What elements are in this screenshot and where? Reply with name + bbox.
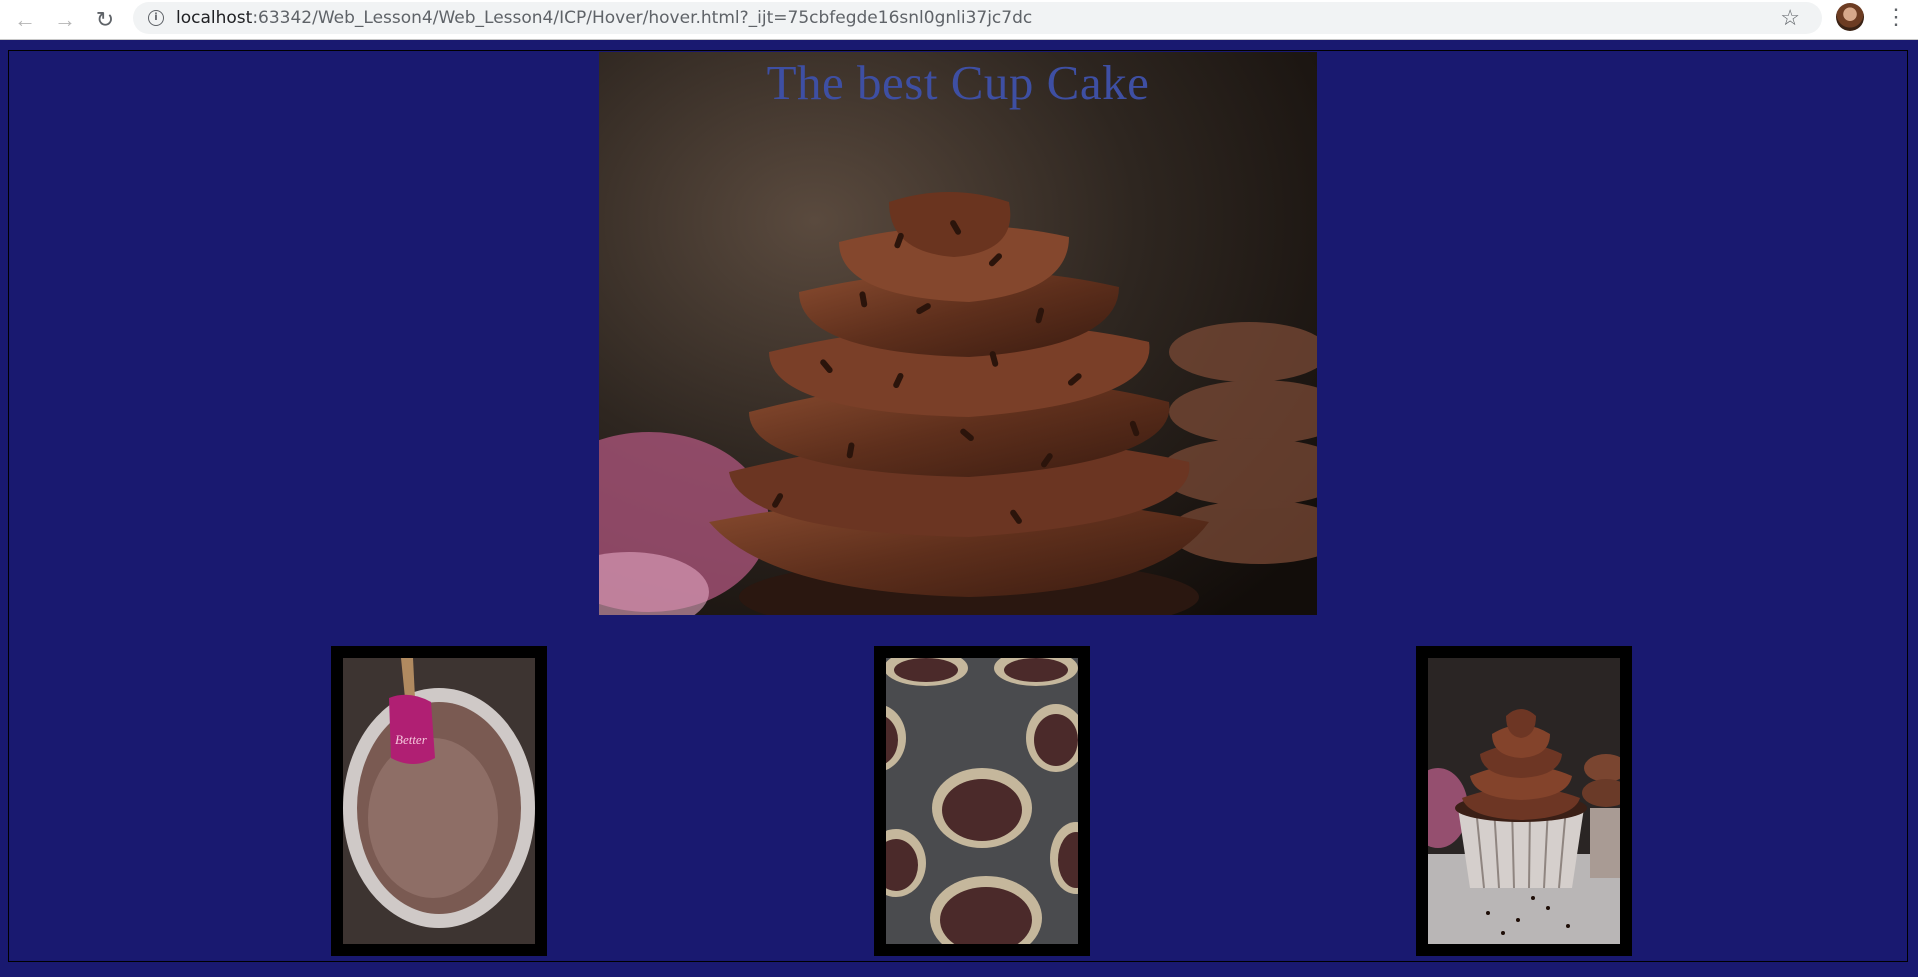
browser-toolbar: ← → ↻ i localhost:63342/Web_Lesson4/Web_… — [0, 0, 1918, 40]
address-bar[interactable]: i localhost:63342/Web_Lesson4/Web_Lesson… — [133, 2, 1822, 34]
back-arrow-icon[interactable]: ← — [10, 5, 40, 35]
hero-cupcake-picture — [599, 52, 1317, 615]
url-text[interactable]: localhost:63342/Web_Lesson4/Web_Lesson4/… — [176, 8, 1032, 28]
page-title: The best Cup Cake — [766, 55, 1150, 110]
star-icon[interactable]: ☆ — [1780, 5, 1800, 31]
gallery-image-finished-cupcake[interactable] — [1416, 646, 1632, 956]
batter-bowl-picture: Better — [343, 658, 535, 944]
url-host: localhost — [176, 8, 253, 28]
gallery-image-batter-in-tin[interactable] — [874, 646, 1090, 956]
svg-text:Better: Better — [395, 732, 428, 747]
url-path: :63342/Web_Lesson4/Web_Lesson4/ICP/Hover… — [252, 8, 1033, 28]
batter-in-tin-picture — [886, 658, 1078, 944]
avatar[interactable] — [1836, 3, 1864, 31]
reload-icon[interactable]: ↻ — [90, 5, 120, 35]
finished-cupcake-picture — [1428, 658, 1620, 944]
forward-arrow-icon[interactable]: → — [50, 5, 80, 35]
gallery-image-batter-bowl[interactable]: Better — [331, 646, 547, 956]
menu-icon[interactable]: ⋮ — [1885, 4, 1907, 30]
info-icon[interactable]: i — [148, 10, 164, 26]
hero-image: The best Cup Cake — [599, 52, 1317, 615]
